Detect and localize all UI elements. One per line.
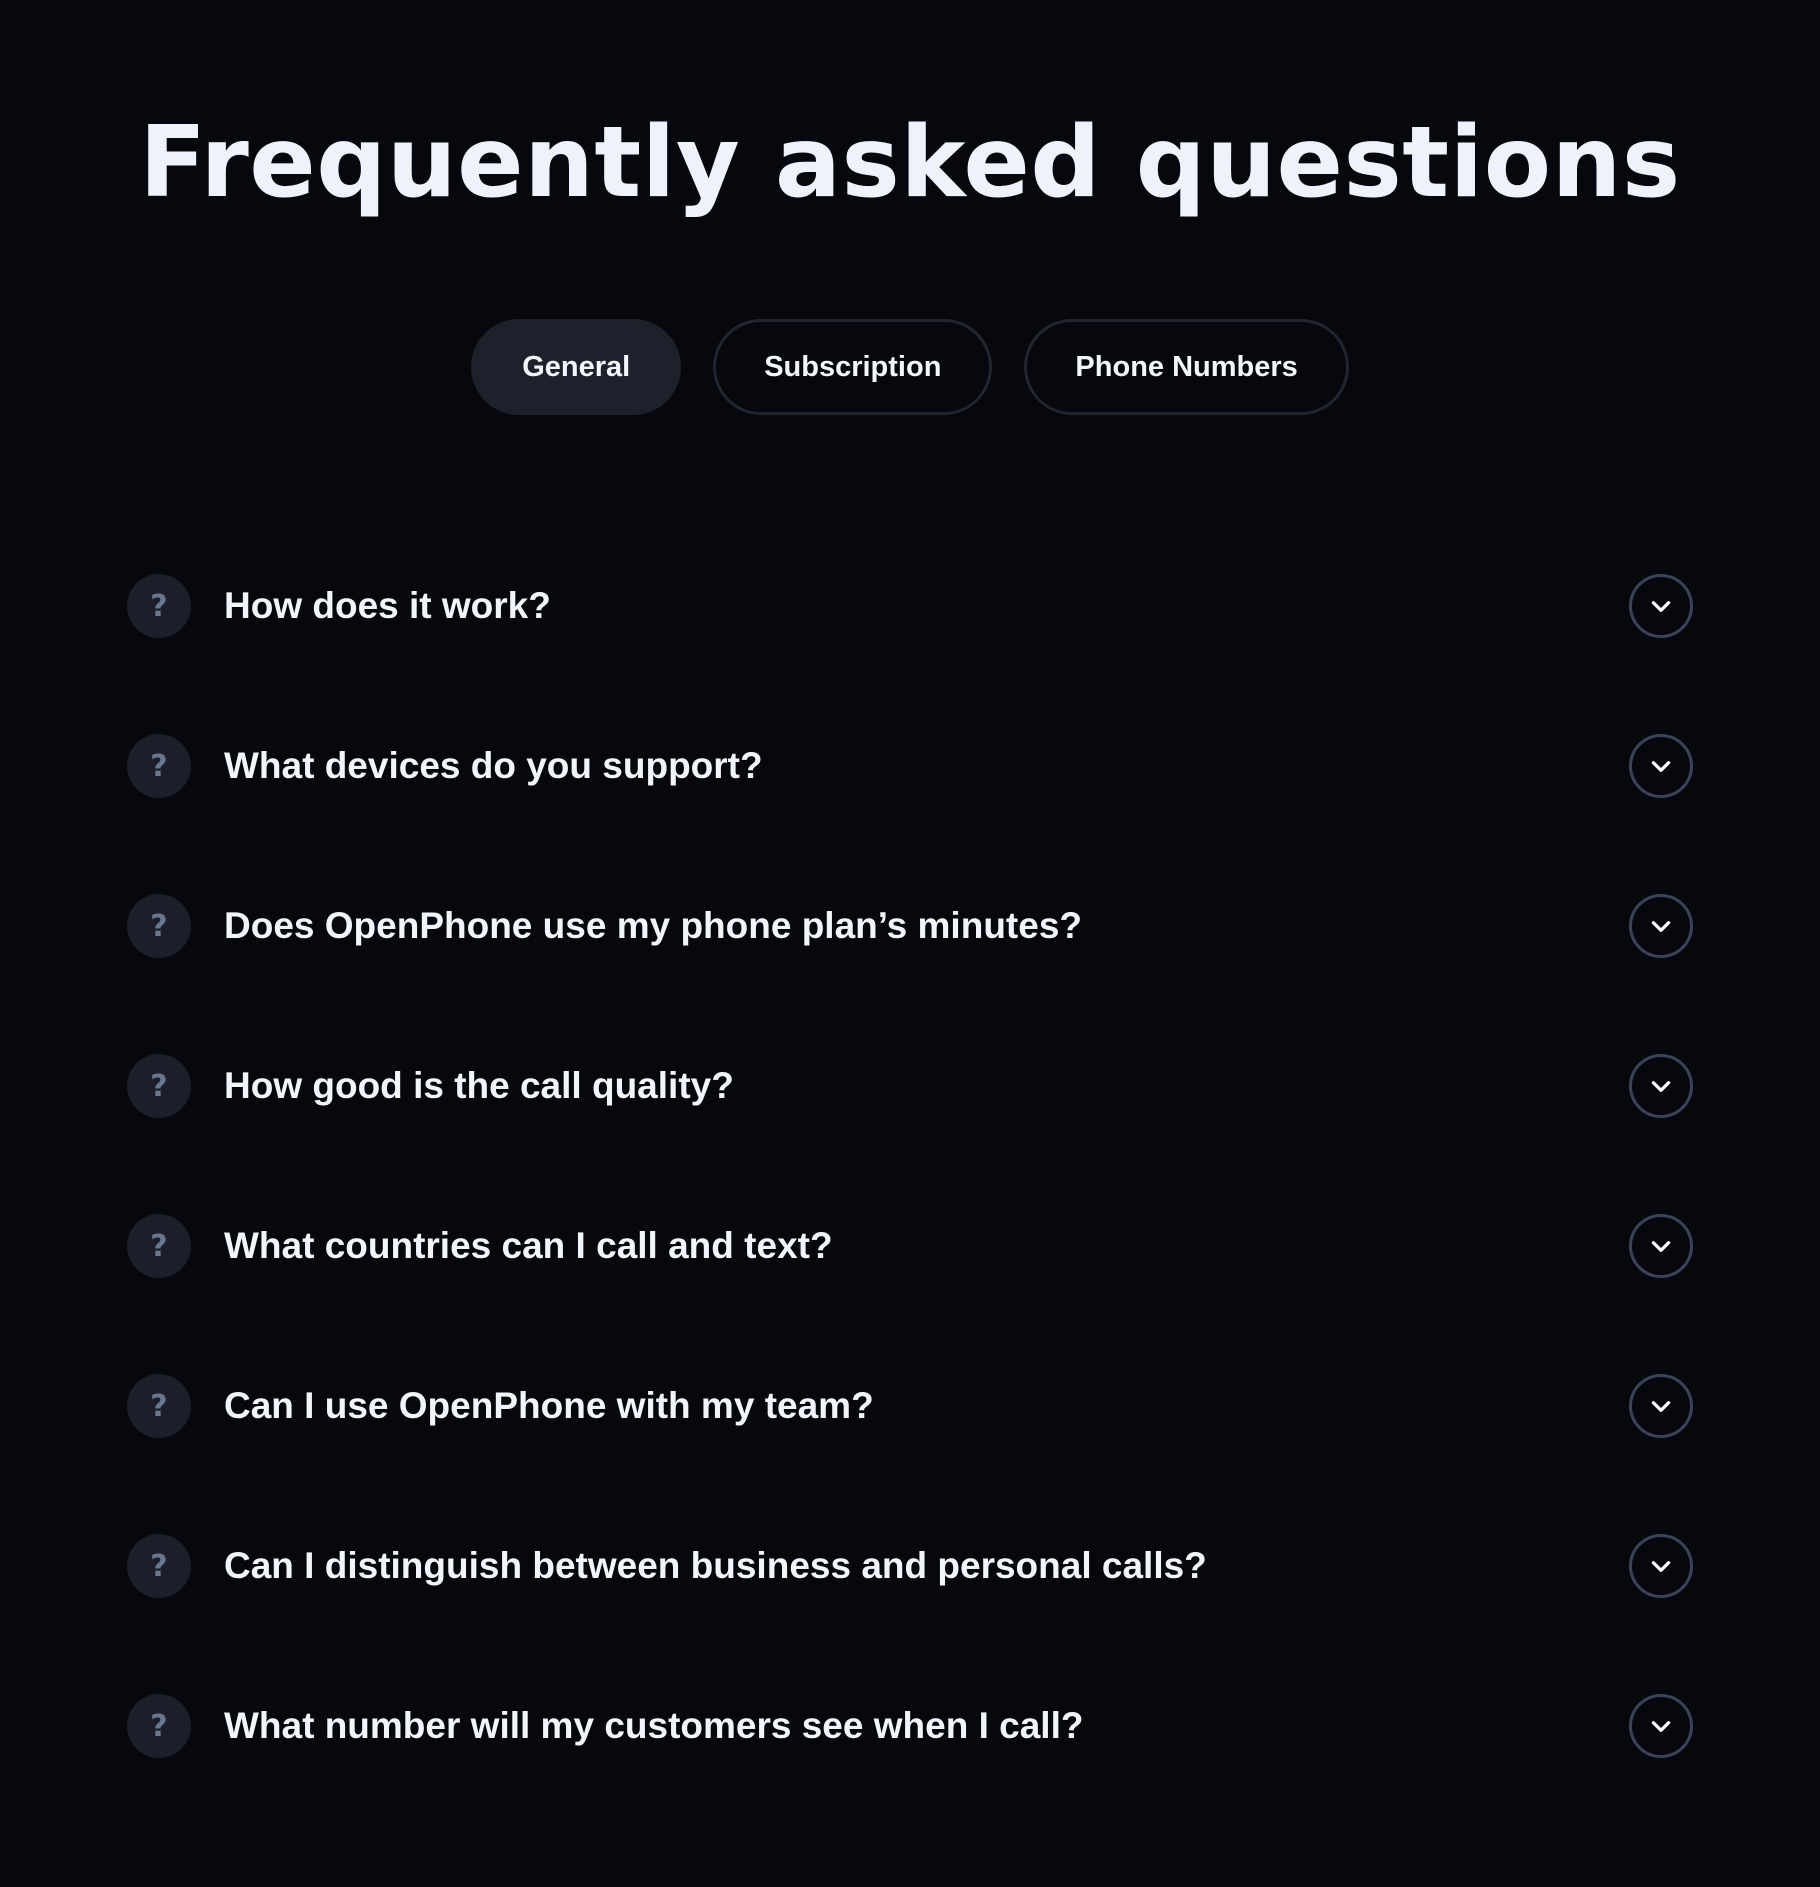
- question-mark-icon: ?: [127, 734, 191, 798]
- faq-item-how-it-works[interactable]: ? How does it work?: [127, 573, 1693, 639]
- faq-item-countries[interactable]: ? What countries can I call and text?: [127, 1213, 1693, 1279]
- chevron-down-icon[interactable]: [1629, 1694, 1693, 1758]
- faq-tabs: General Subscription Phone Numbers: [0, 319, 1820, 415]
- faq-question: How does it work?: [224, 585, 551, 626]
- faq-question: What devices do you support?: [224, 745, 763, 786]
- faq-question: Can I distinguish between business and p…: [224, 1545, 1207, 1586]
- question-mark-icon: ?: [127, 1214, 191, 1278]
- faq-question: Does OpenPhone use my phone plan’s minut…: [224, 905, 1082, 946]
- chevron-down-icon[interactable]: [1629, 1214, 1693, 1278]
- faq-question: What number will my customers see when I…: [224, 1705, 1084, 1746]
- faq-item-call-quality[interactable]: ? How good is the call quality?: [127, 1053, 1693, 1119]
- chevron-down-icon[interactable]: [1629, 894, 1693, 958]
- faq-question: What countries can I call and text?: [224, 1225, 833, 1266]
- chevron-down-icon[interactable]: [1629, 1534, 1693, 1598]
- faq-question: How good is the call quality?: [224, 1065, 734, 1106]
- chevron-down-icon[interactable]: [1629, 734, 1693, 798]
- question-mark-icon: ?: [127, 1694, 191, 1758]
- question-mark-icon: ?: [127, 894, 191, 958]
- question-mark-icon: ?: [127, 1374, 191, 1438]
- faq-item-business-personal[interactable]: ? Can I distinguish between business and…: [127, 1533, 1693, 1599]
- page-title: Frequently asked questions: [139, 106, 1681, 220]
- faq-item-caller-number[interactable]: ? What number will my customers see when…: [127, 1693, 1693, 1759]
- tab-subscription[interactable]: Subscription: [713, 319, 993, 415]
- question-mark-icon: ?: [127, 1054, 191, 1118]
- faq-page: Frequently asked questions General Subsc…: [0, 0, 1820, 1887]
- faq-question: Can I use OpenPhone with my team?: [224, 1385, 874, 1426]
- question-mark-icon: ?: [127, 574, 191, 638]
- tab-general[interactable]: General: [471, 319, 682, 415]
- chevron-down-icon[interactable]: [1629, 1374, 1693, 1438]
- faq-item-devices[interactable]: ? What devices do you support?: [127, 733, 1693, 799]
- chevron-down-icon[interactable]: [1629, 1054, 1693, 1118]
- question-mark-icon: ?: [127, 1534, 191, 1598]
- tab-phone-numbers[interactable]: Phone Numbers: [1024, 319, 1349, 415]
- faq-item-minutes[interactable]: ? Does OpenPhone use my phone plan’s min…: [127, 893, 1693, 959]
- faq-item-team[interactable]: ? Can I use OpenPhone with my team?: [127, 1373, 1693, 1439]
- chevron-down-icon[interactable]: [1629, 574, 1693, 638]
